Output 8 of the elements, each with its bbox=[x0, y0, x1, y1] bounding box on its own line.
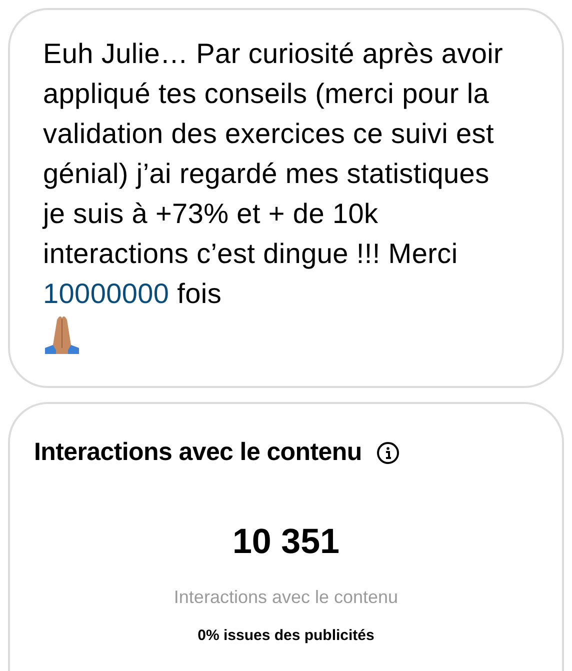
info-icon[interactable] bbox=[376, 440, 400, 465]
card-title: Interactions avec le contenu bbox=[34, 437, 362, 468]
phone-link[interactable]: 10000000 bbox=[43, 278, 170, 309]
stat-value: 10 351 bbox=[232, 520, 340, 562]
praying-hands-icon bbox=[43, 314, 81, 354]
stat-caption: Interactions avec le contenu bbox=[174, 586, 398, 609]
ads-share-text: 0% issues des publicités bbox=[198, 626, 374, 646]
message-text: Euh Julie… Par curiosité après avoir appliqué tes conseils (merci pour la validation des exercices ce suivi est génial) j’ai regardé mes statistiques je suis à +73% et + de 10k interactions c’est dingue !!! Merci 10000000 fois bbox=[43, 37, 504, 311]
